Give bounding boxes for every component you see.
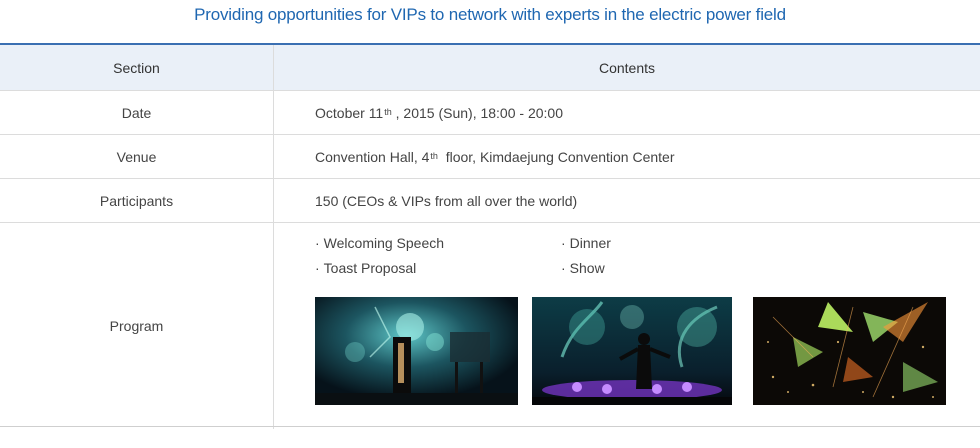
date-cell: October 11th , 2015 (Sun), 18:00 - 20:00 [274, 91, 980, 134]
venue-value: Convention Hall, 4th floor, Kimdaejung C… [315, 135, 675, 178]
participants-value: 150 (CEOs & VIPs from all over the world… [315, 192, 578, 209]
program-item-label: Dinner [569, 235, 611, 251]
show-photo-lights [753, 297, 946, 405]
table-row-venue: Venue Convention Hall, 4th floor, Kimdae… [0, 135, 980, 179]
program-item-label: Welcoming Speech [323, 235, 445, 251]
show-photo-hall [315, 297, 518, 405]
date-value-sup: th [384, 106, 392, 117]
program-cell: · Welcoming Speech · Toast Proposal · Dinne… [274, 223, 980, 429]
table-row-date: Date October 11th , 2015 (Sun), 18:00 - … [0, 91, 980, 135]
table-row-program: Program · Welcoming Speech · Toast Proposa… [0, 223, 980, 429]
bullet-icon: · [315, 235, 320, 251]
page-title: Providing opportunities for VIPs to netw… [194, 5, 786, 24]
header-section: Section [0, 45, 274, 90]
table-bottom-border [0, 426, 980, 427]
header-contents: Contents [598, 59, 656, 76]
program-item-dinner: · Dinner [561, 235, 611, 251]
date-value-main: October 11 [315, 104, 384, 121]
venue-cell: Convention Hall, 4th floor, Kimdaejung C… [274, 135, 980, 178]
program-item-toast-proposal: · Toast Proposal [315, 260, 416, 276]
program-item-label: Show [569, 260, 605, 276]
show-photo-performer [532, 297, 732, 405]
venue-value-rest: floor, Kimdaejung Convention Center [437, 148, 675, 165]
date-label: Date [0, 91, 274, 134]
date-value: October 11th , 2015 (Sun), 18:00 - 20:00 [315, 91, 563, 134]
bullet-icon: · [561, 235, 566, 251]
bullet-icon: · [561, 260, 566, 276]
table-header-row: Section Contents [0, 45, 980, 91]
venue-label: Venue [0, 135, 274, 178]
program-item-welcoming-speech: · Welcoming Speech [315, 235, 444, 251]
program-item-label: Toast Proposal [323, 260, 417, 276]
participants-cell: 150 (CEOs & VIPs from all over the world… [274, 179, 980, 222]
table-row-participants: Participants 150 (CEOs & VIPs from all o… [0, 179, 980, 223]
event-info-table: Section Contents Date October 11th , 201… [0, 43, 980, 429]
program-item-show: · Show [561, 260, 605, 276]
venue-value-main: Convention Hall, 4 [315, 148, 430, 165]
bullet-icon: · [315, 260, 320, 276]
date-value-rest: , 2015 (Sun), 18:00 - 20:00 [391, 104, 563, 121]
venue-value-sup: th [430, 150, 438, 161]
participants-label: Participants [0, 179, 274, 222]
program-label: Program [0, 223, 274, 429]
